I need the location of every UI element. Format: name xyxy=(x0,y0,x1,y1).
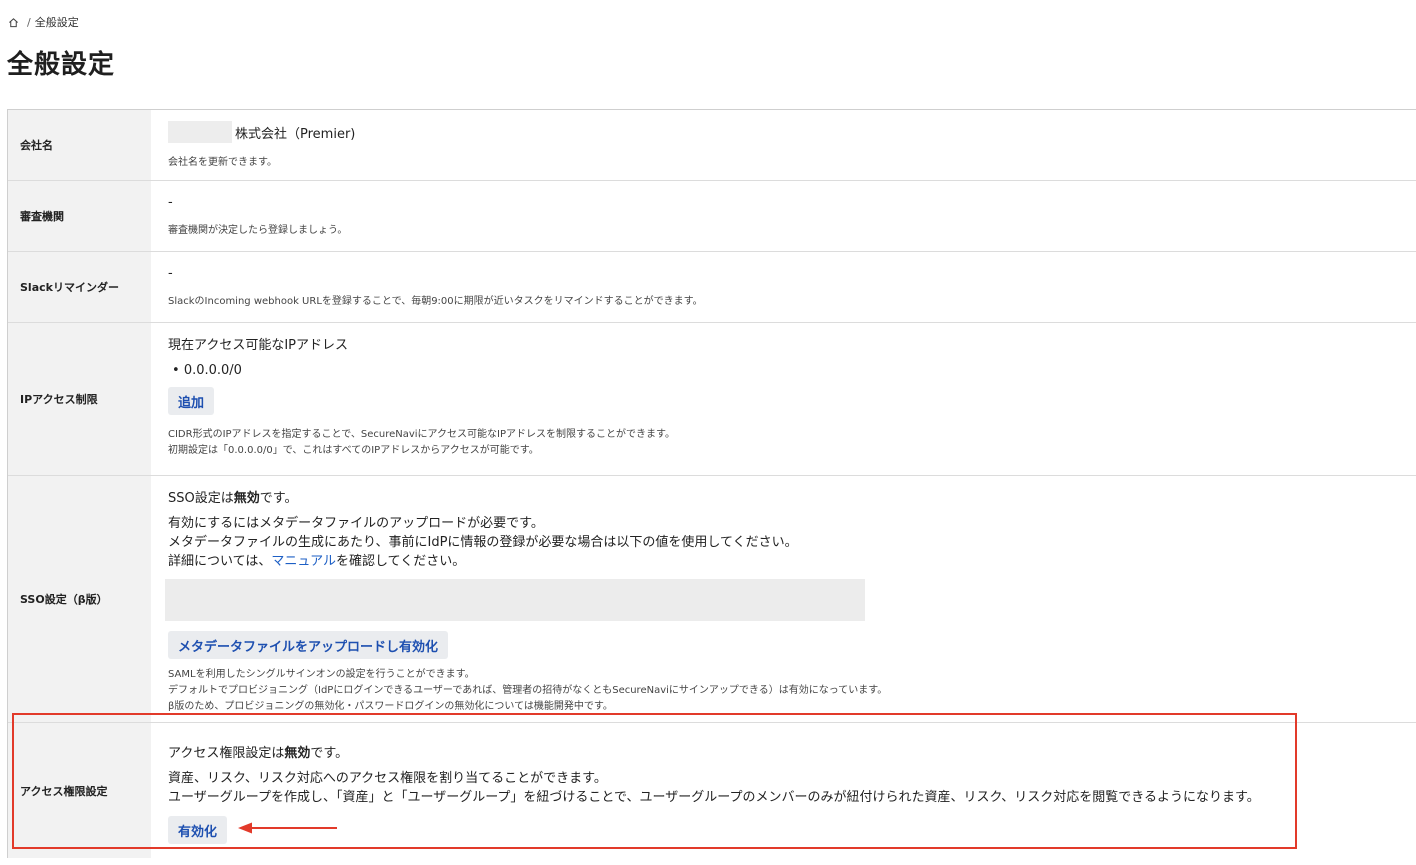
arrow-left-icon xyxy=(238,822,337,834)
breadcrumb: / 全般設定 xyxy=(8,14,79,30)
sso-instruction-2: メタデータファイルの生成にあたり、事前にIdPに情報の登録が必要な場合は以下の値… xyxy=(168,535,798,550)
slack-value[interactable]: - xyxy=(168,266,1416,281)
sso-label: SSO設定（β版） xyxy=(8,476,151,722)
settings-row-access: アクセス権限設定 アクセス権限設定は無効です。 資産、リスク、リスク対応へのアク… xyxy=(8,723,1416,858)
sso-description-2: デフォルトでプロビジョニング（IdPにログインできるユーザーであれば、管理者の招… xyxy=(168,685,888,696)
ip-description-2: 初期設定は「0.0.0.0/0」で、これはすべてのIPアドレスからアクセスが可能… xyxy=(168,445,539,456)
manual-link[interactable]: マニュアル xyxy=(271,554,336,569)
access-status-value: 無効 xyxy=(284,746,311,761)
review-description: 審査機関が決定したら登録しましょう。 xyxy=(168,225,348,236)
access-line-1: 資産、リスク、リスク対応へのアクセス権限を割り当てることができます。 xyxy=(168,771,607,786)
settings-table: 会社名 株式会社（Premier) 会社名を更新できます。 審査機関 - 審査機… xyxy=(7,109,1416,858)
ip-heading: 現在アクセス可能なIPアドレス xyxy=(168,338,349,353)
ip-address-item: • 0.0.0.0/0 xyxy=(172,363,242,378)
settings-row-sso: SSO設定（β版） SSO設定は無効です。 有効にするにはメタデータファイルのア… xyxy=(8,476,1416,723)
company-value[interactable]: 株式会社（Premier) xyxy=(235,123,355,142)
ip-label: IPアクセス制限 xyxy=(8,323,151,475)
review-label: 審査機関 xyxy=(8,181,151,251)
review-value[interactable]: - xyxy=(168,195,1416,210)
enable-access-button[interactable]: 有効化 xyxy=(168,816,228,844)
sso-status: SSO設定は無効です。 xyxy=(168,491,298,506)
sso-instruction-3: 詳細については、マニュアルを確認してください。 xyxy=(168,554,466,569)
settings-row-company: 会社名 株式会社（Premier) 会社名を更新できます。 xyxy=(8,110,1416,181)
settings-row-review: 審査機関 - 審査機関が決定したら登録しましょう。 xyxy=(8,181,1416,252)
settings-row-slack: Slackリマインダー - SlackのIncoming webhook URL… xyxy=(8,252,1416,323)
slack-description: SlackのIncoming webhook URLを登録することで、毎朝9:0… xyxy=(168,296,703,307)
sso-description-3: β版のため、プロビジョニングの無効化・パスワードログインの無効化については機能開… xyxy=(168,701,613,712)
company-description: 会社名を更新できます。 xyxy=(168,157,277,168)
sso-instruction-1: 有効にするにはメタデータファイルのアップロードが必要です。 xyxy=(168,516,544,531)
slack-label: Slackリマインダー xyxy=(8,252,151,322)
home-icon[interactable] xyxy=(8,17,19,28)
access-status: アクセス権限設定は無効です。 xyxy=(168,746,349,761)
page-title: 全般設定 xyxy=(7,50,116,80)
access-line-2: ユーザーグループを作成し、「資産」と「ユーザーグループ」を紐づけることで、ユーザ… xyxy=(168,790,1260,805)
sso-status-value: 無効 xyxy=(233,491,260,506)
ip-address-value: 0.0.0.0/0 xyxy=(183,363,242,378)
sso-description-1: SAMLを利用したシングルサインオンの設定を行うことができます。 xyxy=(168,669,475,680)
redacted-area xyxy=(165,579,865,621)
settings-row-ip: IPアクセス制限 現在アクセス可能なIPアドレス • 0.0.0.0/0 追加 … xyxy=(8,323,1416,476)
ip-add-button[interactable]: 追加 xyxy=(168,387,215,415)
upload-metadata-button[interactable]: メタデータファイルをアップロードし有効化 xyxy=(168,631,449,659)
breadcrumb-separator: / xyxy=(27,15,31,29)
access-label: アクセス権限設定 xyxy=(8,723,151,858)
redacted-area xyxy=(168,121,232,143)
breadcrumb-current: 全般設定 xyxy=(34,16,79,29)
company-label: 会社名 xyxy=(8,110,151,180)
ip-description-1: CIDR形式のIPアドレスを指定することで、SecureNaviにアクセス可能な… xyxy=(168,429,676,440)
